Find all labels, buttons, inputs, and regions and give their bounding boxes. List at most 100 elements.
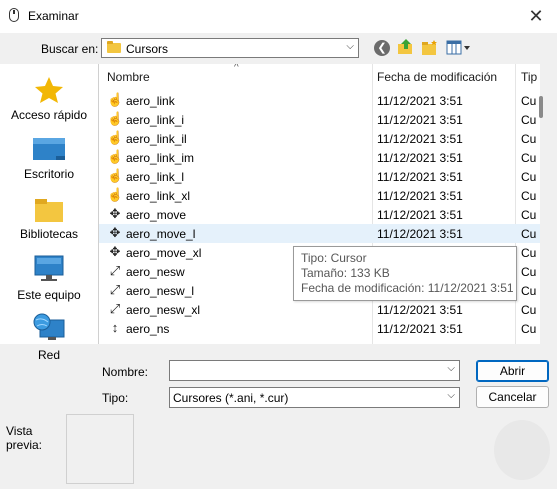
file-date: 11/12/2021 3:51 <box>377 303 463 317</box>
sidebar-label-this-pc: Este equipo <box>17 288 81 302</box>
file-row[interactable]: ☝ aero_link 11/12/2021 3:51 Cu <box>99 91 540 110</box>
file-name: aero_link_i <box>126 113 185 127</box>
sidebar-label-network: Red <box>37 348 60 362</box>
file-name: aero_link_il <box>126 132 187 146</box>
folder-icon <box>107 41 121 53</box>
sidebar-item-desktop[interactable] <box>0 136 98 167</box>
tooltip-type: Tipo: Cursor <box>301 251 367 265</box>
file-date: 11/12/2021 3:51 <box>377 208 463 222</box>
file-type: Cu <box>521 94 537 108</box>
file-date: 11/12/2021 3:51 <box>377 94 463 108</box>
file-row[interactable]: ⤢ aero_nesw_xl 11/12/2021 3:51 Cu <box>99 300 540 319</box>
cursor-file-icon: ☝ <box>107 168 124 183</box>
cursor-file-icon: ⤢ <box>109 301 121 316</box>
filename-input[interactable] <box>173 363 439 379</box>
open-button[interactable]: Abrir <box>476 360 549 382</box>
chevron-down-icon[interactable]: ⌵ <box>447 363 455 374</box>
file-type: Cu <box>521 208 537 222</box>
column-header-type[interactable]: Tip <box>521 64 537 90</box>
star-icon <box>35 77 63 103</box>
mouse-icon <box>9 8 19 22</box>
preview-label: Vista previa: <box>6 424 43 452</box>
file-date: 11/12/2021 3:51 <box>377 113 463 127</box>
file-type: Cu <box>521 303 537 317</box>
back-button[interactable]: ❮ <box>374 40 390 56</box>
cursor-file-icon: ⤢ <box>109 282 121 297</box>
new-folder-icon[interactable] <box>421 40 439 56</box>
sidebar-label-desktop: Escritorio <box>23 167 74 181</box>
file-date: 11/12/2021 3:51 <box>377 170 463 184</box>
file-type: Cu <box>521 227 537 241</box>
title-bar: Examinar ✕ <box>0 0 557 33</box>
file-type: Cu <box>521 170 537 184</box>
places-sidebar: Acceso rápido Escritorio Bibliotecas Est… <box>0 64 99 362</box>
tooltip-size: Tamaño: 133 KB <box>301 266 390 280</box>
file-name: aero_link_im <box>126 151 195 165</box>
watermark-logo <box>494 420 550 480</box>
sidebar-label-quick-access: Acceso rápido <box>10 108 88 122</box>
network-icon <box>33 313 65 340</box>
file-name: aero_link_xl <box>126 189 191 203</box>
close-button[interactable]: ✕ <box>525 6 547 26</box>
cursor-file-icon: ☝ <box>107 111 124 126</box>
column-header-date[interactable]: Fecha de modificación <box>377 64 497 90</box>
file-name: aero_move <box>126 208 187 222</box>
file-type: Cu <box>521 265 537 279</box>
filetype-label: Tipo: <box>102 391 129 405</box>
chevron-down-icon[interactable]: ⌵ <box>346 41 354 52</box>
up-folder-icon[interactable] <box>397 38 415 56</box>
sort-ascending-icon: ^ <box>234 64 239 73</box>
file-name: aero_nesw_l <box>126 284 195 298</box>
file-type: Cu <box>521 113 537 127</box>
chevron-down-icon[interactable]: ⌵ <box>447 390 455 401</box>
cursor-file-icon: ☝ <box>107 149 124 164</box>
scrollbar-thumb[interactable] <box>539 96 543 118</box>
file-info-tooltip: Tipo: Cursor Tamaño: 133 KB Fecha de mod… <box>293 246 517 301</box>
desktop-icon <box>33 138 65 160</box>
sidebar-item-quick-access[interactable] <box>0 76 98 107</box>
file-type: Cu <box>521 322 537 336</box>
file-type: Cu <box>521 189 537 203</box>
libraries-icon <box>35 199 63 222</box>
sidebar-label-libraries: Bibliotecas <box>19 227 79 241</box>
view-menu-icon[interactable] <box>446 40 472 56</box>
file-name: aero_link_l <box>126 170 185 184</box>
lookin-combo[interactable]: Cursors ⌵ <box>101 38 359 58</box>
file-row[interactable]: ✥ aero_move_l 11/12/2021 3:51 Cu <box>99 224 540 243</box>
cursor-file-icon: ↕ <box>111 320 119 335</box>
filetype-select[interactable]: Cursores (*.ani, *.cur) ⌵ <box>169 387 460 408</box>
cursor-file-icon: ✥ <box>109 206 121 221</box>
file-name: aero_move_l <box>126 227 196 241</box>
filename-combo[interactable]: ⌵ <box>169 360 460 381</box>
file-date: 11/12/2021 3:51 <box>377 151 463 165</box>
filetype-value: Cursores (*.ani, *.cur) <box>173 391 289 405</box>
column-header-name[interactable]: Nombre <box>107 64 150 90</box>
file-row[interactable]: ↕ aero_ns 11/12/2021 3:51 Cu <box>99 319 540 338</box>
filename-label: Nombre: <box>102 365 149 379</box>
sidebar-item-libraries[interactable] <box>0 196 98 227</box>
cursor-file-icon: ☝ <box>107 187 124 202</box>
file-name: aero_nesw_xl <box>126 303 201 317</box>
file-type: Cu <box>521 132 537 146</box>
preview-pane <box>66 414 134 484</box>
file-row[interactable]: ☝ aero_link_xl 11/12/2021 3:51 Cu <box>99 186 540 205</box>
sidebar-item-this-pc[interactable] <box>0 254 98 287</box>
file-type: Cu <box>521 246 537 260</box>
file-type: Cu <box>521 151 537 165</box>
cursor-file-icon: ⤢ <box>109 263 121 278</box>
tooltip-modified: Fecha de modificación: 11/12/2021 3:51 <box>301 281 514 295</box>
file-row[interactable]: ✥ aero_move 11/12/2021 3:51 Cu <box>99 205 540 224</box>
sidebar-item-network[interactable] <box>0 312 98 347</box>
cancel-button[interactable]: Cancelar <box>476 386 549 408</box>
file-row[interactable]: ☝ aero_link_i 11/12/2021 3:51 Cu <box>99 110 540 129</box>
file-date: 11/12/2021 3:51 <box>377 132 463 146</box>
file-row[interactable]: ☝ aero_link_il 11/12/2021 3:51 Cu <box>99 129 540 148</box>
file-type: Cu <box>521 284 537 298</box>
file-list[interactable]: Nombre ^ Fecha de modificación Tip ☝ aero… <box>99 64 540 344</box>
file-row[interactable]: ☝ aero_link_im 11/12/2021 3:51 Cu <box>99 148 540 167</box>
cursor-file-icon: ☝ <box>107 130 124 145</box>
file-date: 11/12/2021 3:51 <box>377 227 463 241</box>
file-row[interactable]: ☝ aero_link_l 11/12/2021 3:51 Cu <box>99 167 540 186</box>
file-name: aero_move_xl <box>126 246 202 260</box>
file-name: aero_nesw <box>126 265 185 279</box>
